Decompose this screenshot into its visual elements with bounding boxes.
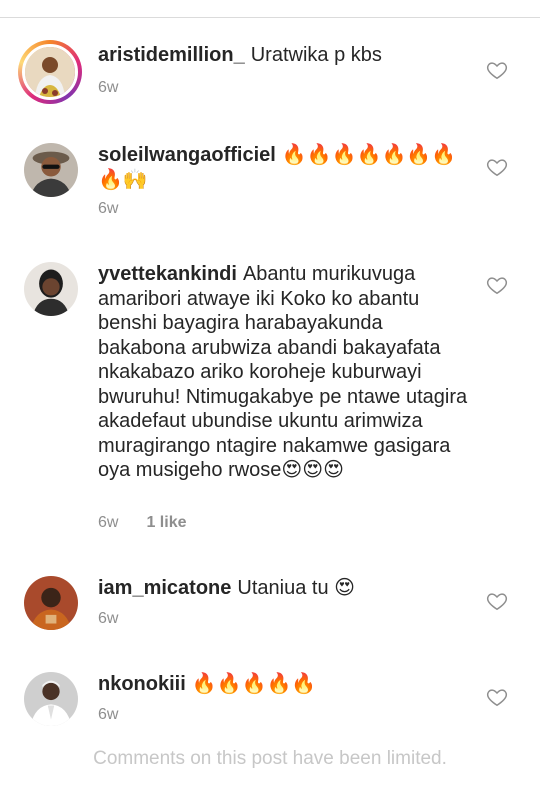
- top-divider: [0, 17, 540, 18]
- comment-meta: 6w: [98, 79, 118, 97]
- avatar[interactable]: [24, 143, 78, 197]
- comment-likes[interactable]: 1 like: [146, 514, 186, 531]
- avatar[interactable]: [24, 262, 78, 316]
- comment-meta: 6w: [98, 610, 118, 628]
- avatar[interactable]: [24, 672, 78, 726]
- comment-body: Abantu murikuvuga amaribori atwaye iki K…: [98, 263, 468, 481]
- comment-body: 🔥🔥🔥🔥🔥: [191, 673, 317, 695]
- comment-username[interactable]: soleilwangaofficiel: [98, 144, 276, 166]
- comment-meta: 6w 1 like: [98, 514, 186, 532]
- comment-time: 6w: [98, 200, 119, 217]
- comment-text: nkonokiii 🔥🔥🔥🔥🔥: [98, 672, 470, 697]
- comment-time: 6w: [98, 706, 119, 723]
- avatar[interactable]: [24, 576, 78, 630]
- heart-icon[interactable]: [486, 59, 508, 81]
- comments-limited-notice: Comments on this post have been limited.: [93, 748, 447, 769]
- comment-time: 6w: [98, 514, 119, 531]
- comment-time: 6w: [98, 79, 119, 96]
- comment-text: iam_micatone Utaniua tu 😍: [98, 576, 470, 601]
- comment-meta: 6w: [98, 706, 118, 724]
- comment-body: Utaniua tu 😍: [237, 577, 355, 599]
- heart-icon[interactable]: [486, 156, 508, 178]
- comment-time: 6w: [98, 610, 119, 627]
- comment-meta: 6w: [98, 200, 118, 218]
- avatar[interactable]: [18, 40, 82, 104]
- heart-icon[interactable]: [486, 590, 508, 612]
- comment-username[interactable]: aristidemillion_: [98, 44, 245, 66]
- heart-icon[interactable]: [486, 686, 508, 708]
- comment-text: yvettekankindi Abantu murikuvuga amaribor…: [98, 262, 470, 483]
- comment-text: soleilwangaofficiel 🔥🔥🔥🔥🔥🔥🔥🔥🙌: [98, 143, 470, 192]
- comment-username[interactable]: yvettekankindi: [98, 263, 237, 285]
- comment-text: aristidemillion_ Uratwika p kbs: [98, 43, 470, 68]
- comment-body: Uratwika p kbs: [250, 44, 382, 66]
- comment-username[interactable]: nkonokiii: [98, 673, 186, 695]
- comment-username[interactable]: iam_micatone: [98, 577, 231, 599]
- heart-icon[interactable]: [486, 274, 508, 296]
